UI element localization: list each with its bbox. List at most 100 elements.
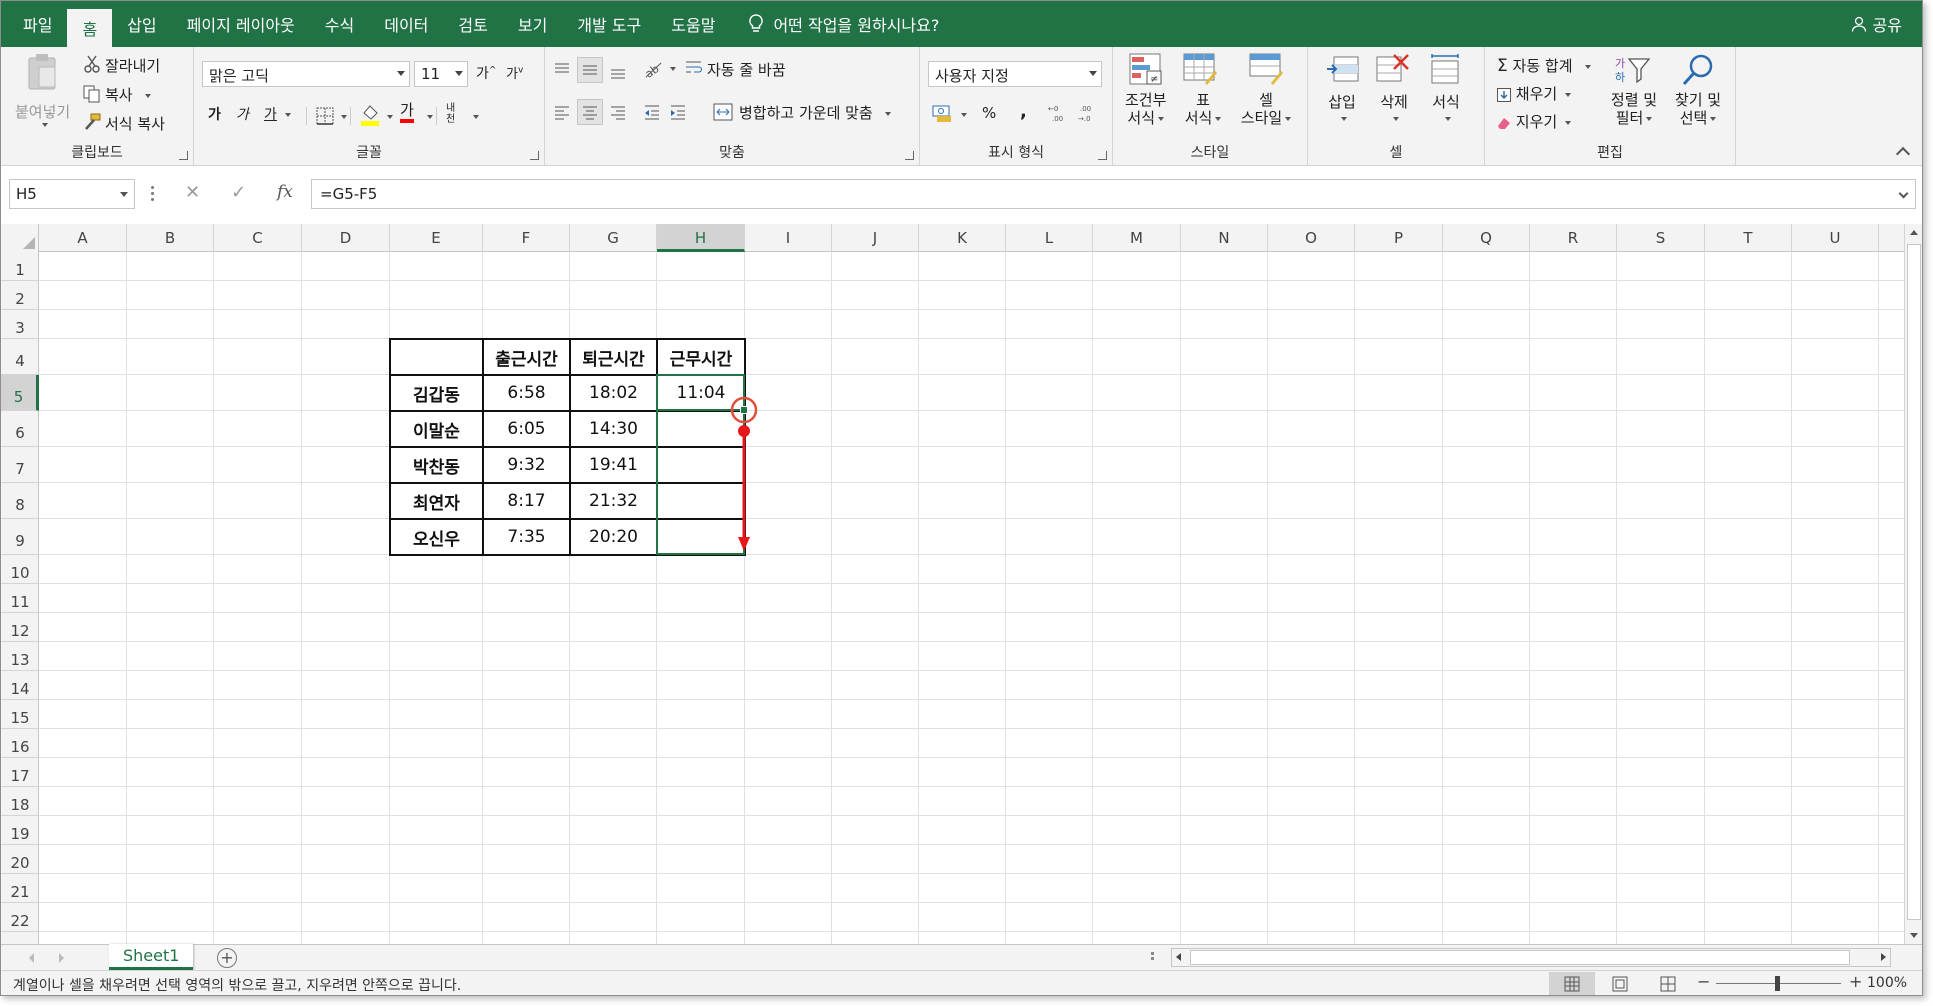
merge-center-button[interactable]: 병합하고 가운데 맞춤: [739, 102, 891, 123]
cell-styles-button[interactable]: 셀 스타일: [1231, 51, 1301, 141]
formula-input[interactable]: =G5-F5: [311, 179, 1916, 209]
fill-handle[interactable]: [740, 406, 748, 414]
zoom-level[interactable]: 100%: [1867, 975, 1907, 991]
align-center-button[interactable]: [577, 99, 603, 125]
enter-formula-icon[interactable]: ✓: [231, 182, 246, 203]
chevron-down-icon: [1710, 116, 1717, 121]
tab-developer[interactable]: 개발 도구: [562, 1, 656, 47]
tab-file[interactable]: 파일: [1, 1, 67, 47]
horizontal-scroll-thumb[interactable]: [1190, 950, 1850, 965]
percent-button[interactable]: %: [982, 104, 996, 122]
cancel-formula-icon[interactable]: ✕: [185, 182, 200, 203]
collapse-ribbon-icon[interactable]: [1895, 146, 1911, 162]
decrease-indent-icon[interactable]: [643, 103, 661, 121]
decrease-decimal-icon[interactable]: .00→.0: [1076, 103, 1098, 123]
sheet-tab-sheet1[interactable]: Sheet1: [109, 944, 194, 970]
scroll-down-arrow-icon[interactable]: [1910, 933, 1918, 938]
find-select-button[interactable]: 찾기 및 선택: [1667, 51, 1729, 141]
align-right-icon[interactable]: [609, 103, 627, 121]
tab-page-layout[interactable]: 페이지 레이아웃: [172, 1, 310, 47]
sheet-prev-arrow-icon[interactable]: [29, 953, 34, 963]
chevron-down-icon: [1215, 116, 1222, 121]
shrink-font-button[interactable]: 가v: [506, 63, 523, 82]
zoom-slider-thumb[interactable]: [1775, 976, 1780, 991]
add-sheet-icon[interactable]: +: [217, 948, 237, 968]
chevron-down-icon: [1158, 116, 1164, 121]
sort-filter-button[interactable]: 가하 정렬 및 필터: [1603, 51, 1665, 141]
horizontal-scrollbar[interactable]: [1171, 948, 1891, 967]
fill-color-icon[interactable]: [360, 103, 380, 127]
orientation-icon[interactable]: ab: [643, 59, 663, 79]
shrink-font-label: 가: [506, 67, 518, 82]
zoom-in-button[interactable]: +: [1849, 972, 1862, 991]
tell-me-box[interactable]: 어떤 작업을 원하시나요?: [730, 1, 954, 47]
align-bottom-icon[interactable]: [609, 63, 627, 81]
cut-button[interactable]: 잘라내기: [105, 55, 160, 76]
vertical-scroll-thumb[interactable]: [1907, 244, 1921, 920]
worksheet-grid[interactable]: ABCDEFGHIJKLMNOPQRSTU 1 2 3 4 5 6 7 8 9 10 11 12 13 1…: [1, 224, 1904, 944]
font-dialog-launcher-icon[interactable]: [530, 151, 539, 160]
find-select-line2: 선택: [1679, 109, 1708, 127]
tab-home[interactable]: 홈: [67, 9, 113, 47]
wrap-text-button[interactable]: 자동 줄 바꿈: [707, 59, 786, 80]
increase-decimal-icon[interactable]: ←0.00: [1048, 103, 1070, 123]
comma-button[interactable]: ,: [1020, 101, 1027, 122]
borders-icon[interactable]: [316, 107, 334, 125]
font-name-dropdown[interactable]: 맑은 고딕: [202, 61, 410, 87]
name-box[interactable]: H5: [9, 179, 135, 209]
format-painter-button[interactable]: 서식 복사: [105, 113, 165, 134]
editing-group-label: 편집: [1597, 145, 1623, 161]
delete-cells-button[interactable]: 삭제: [1370, 51, 1418, 141]
sheet-next-arrow-icon[interactable]: [59, 953, 64, 963]
formula-bar-grip-icon[interactable]: [151, 186, 154, 202]
tab-formulas[interactable]: 수식: [310, 1, 369, 47]
scroll-left-arrow-icon[interactable]: [1176, 953, 1181, 961]
format-as-table-button[interactable]: 표 서식: [1177, 51, 1225, 141]
underline-label: 가: [264, 107, 277, 123]
clipboard-dialog-launcher-icon[interactable]: [179, 151, 188, 160]
normal-view-button[interactable]: [1549, 972, 1595, 995]
paste-button[interactable]: 붙여넣기: [11, 51, 73, 131]
fill-button[interactable]: 채우기: [1497, 83, 1572, 104]
format-cells-button[interactable]: 서식: [1422, 51, 1470, 141]
italic-button[interactable]: 가: [236, 104, 249, 124]
insert-function-icon[interactable]: fx: [277, 182, 293, 202]
tab-data[interactable]: 데이터: [369, 1, 443, 47]
tab-split-grip-icon[interactable]: [1151, 952, 1154, 964]
align-left-icon[interactable]: [553, 103, 571, 121]
bold-button[interactable]: 가: [208, 104, 221, 124]
accounting-format-icon[interactable]: [932, 103, 954, 123]
increase-indent-icon[interactable]: [669, 103, 687, 121]
merge-center-icon: [713, 103, 733, 121]
autosum-button[interactable]: Σ 자동 합계: [1497, 55, 1591, 76]
alignment-dialog-launcher-icon[interactable]: [905, 151, 914, 160]
sort-filter-line2: 필터: [1615, 109, 1644, 127]
font-color-button[interactable]: 가: [400, 102, 414, 123]
vertical-scrollbar[interactable]: [1904, 224, 1922, 944]
grow-font-button[interactable]: 가^: [476, 63, 496, 83]
phonetic-button[interactable]: 내천: [446, 103, 464, 125]
copy-button[interactable]: 복사: [105, 84, 151, 105]
align-top-icon[interactable]: [553, 61, 571, 79]
zoom-out-button[interactable]: −: [1697, 972, 1710, 991]
scroll-right-arrow-icon[interactable]: [1881, 953, 1886, 961]
page-layout-view-button[interactable]: [1597, 972, 1643, 995]
conditional-format-button[interactable]: ≠ 조건부 서식: [1117, 51, 1175, 141]
tab-help[interactable]: 도움말: [656, 1, 730, 47]
number-dialog-launcher-icon[interactable]: [1098, 151, 1107, 160]
underline-button[interactable]: 가: [264, 104, 291, 124]
tab-view[interactable]: 보기: [503, 1, 562, 47]
scroll-up-arrow-icon[interactable]: [1910, 230, 1918, 235]
group-cells: 삽입 삭제 서식 셀: [1308, 47, 1485, 166]
clear-button[interactable]: 지우기: [1497, 111, 1572, 132]
align-middle-button[interactable]: [577, 57, 603, 83]
page-break-view-button[interactable]: [1645, 972, 1691, 995]
number-format-dropdown[interactable]: 사용자 지정: [928, 61, 1102, 87]
font-size-dropdown[interactable]: 11: [414, 61, 468, 87]
insert-cells-button[interactable]: 삽입: [1318, 51, 1366, 141]
tab-review[interactable]: 검토: [443, 1, 502, 47]
tab-insert[interactable]: 삽입: [112, 1, 171, 47]
status-message: 계열이나 셀을 채우려면 선택 영역의 밖으로 끌고, 지우려면 안쪽으로 끕니…: [13, 978, 462, 994]
expand-formula-bar-icon[interactable]: [1898, 188, 1909, 199]
share-button[interactable]: 공유: [1851, 1, 1902, 47]
